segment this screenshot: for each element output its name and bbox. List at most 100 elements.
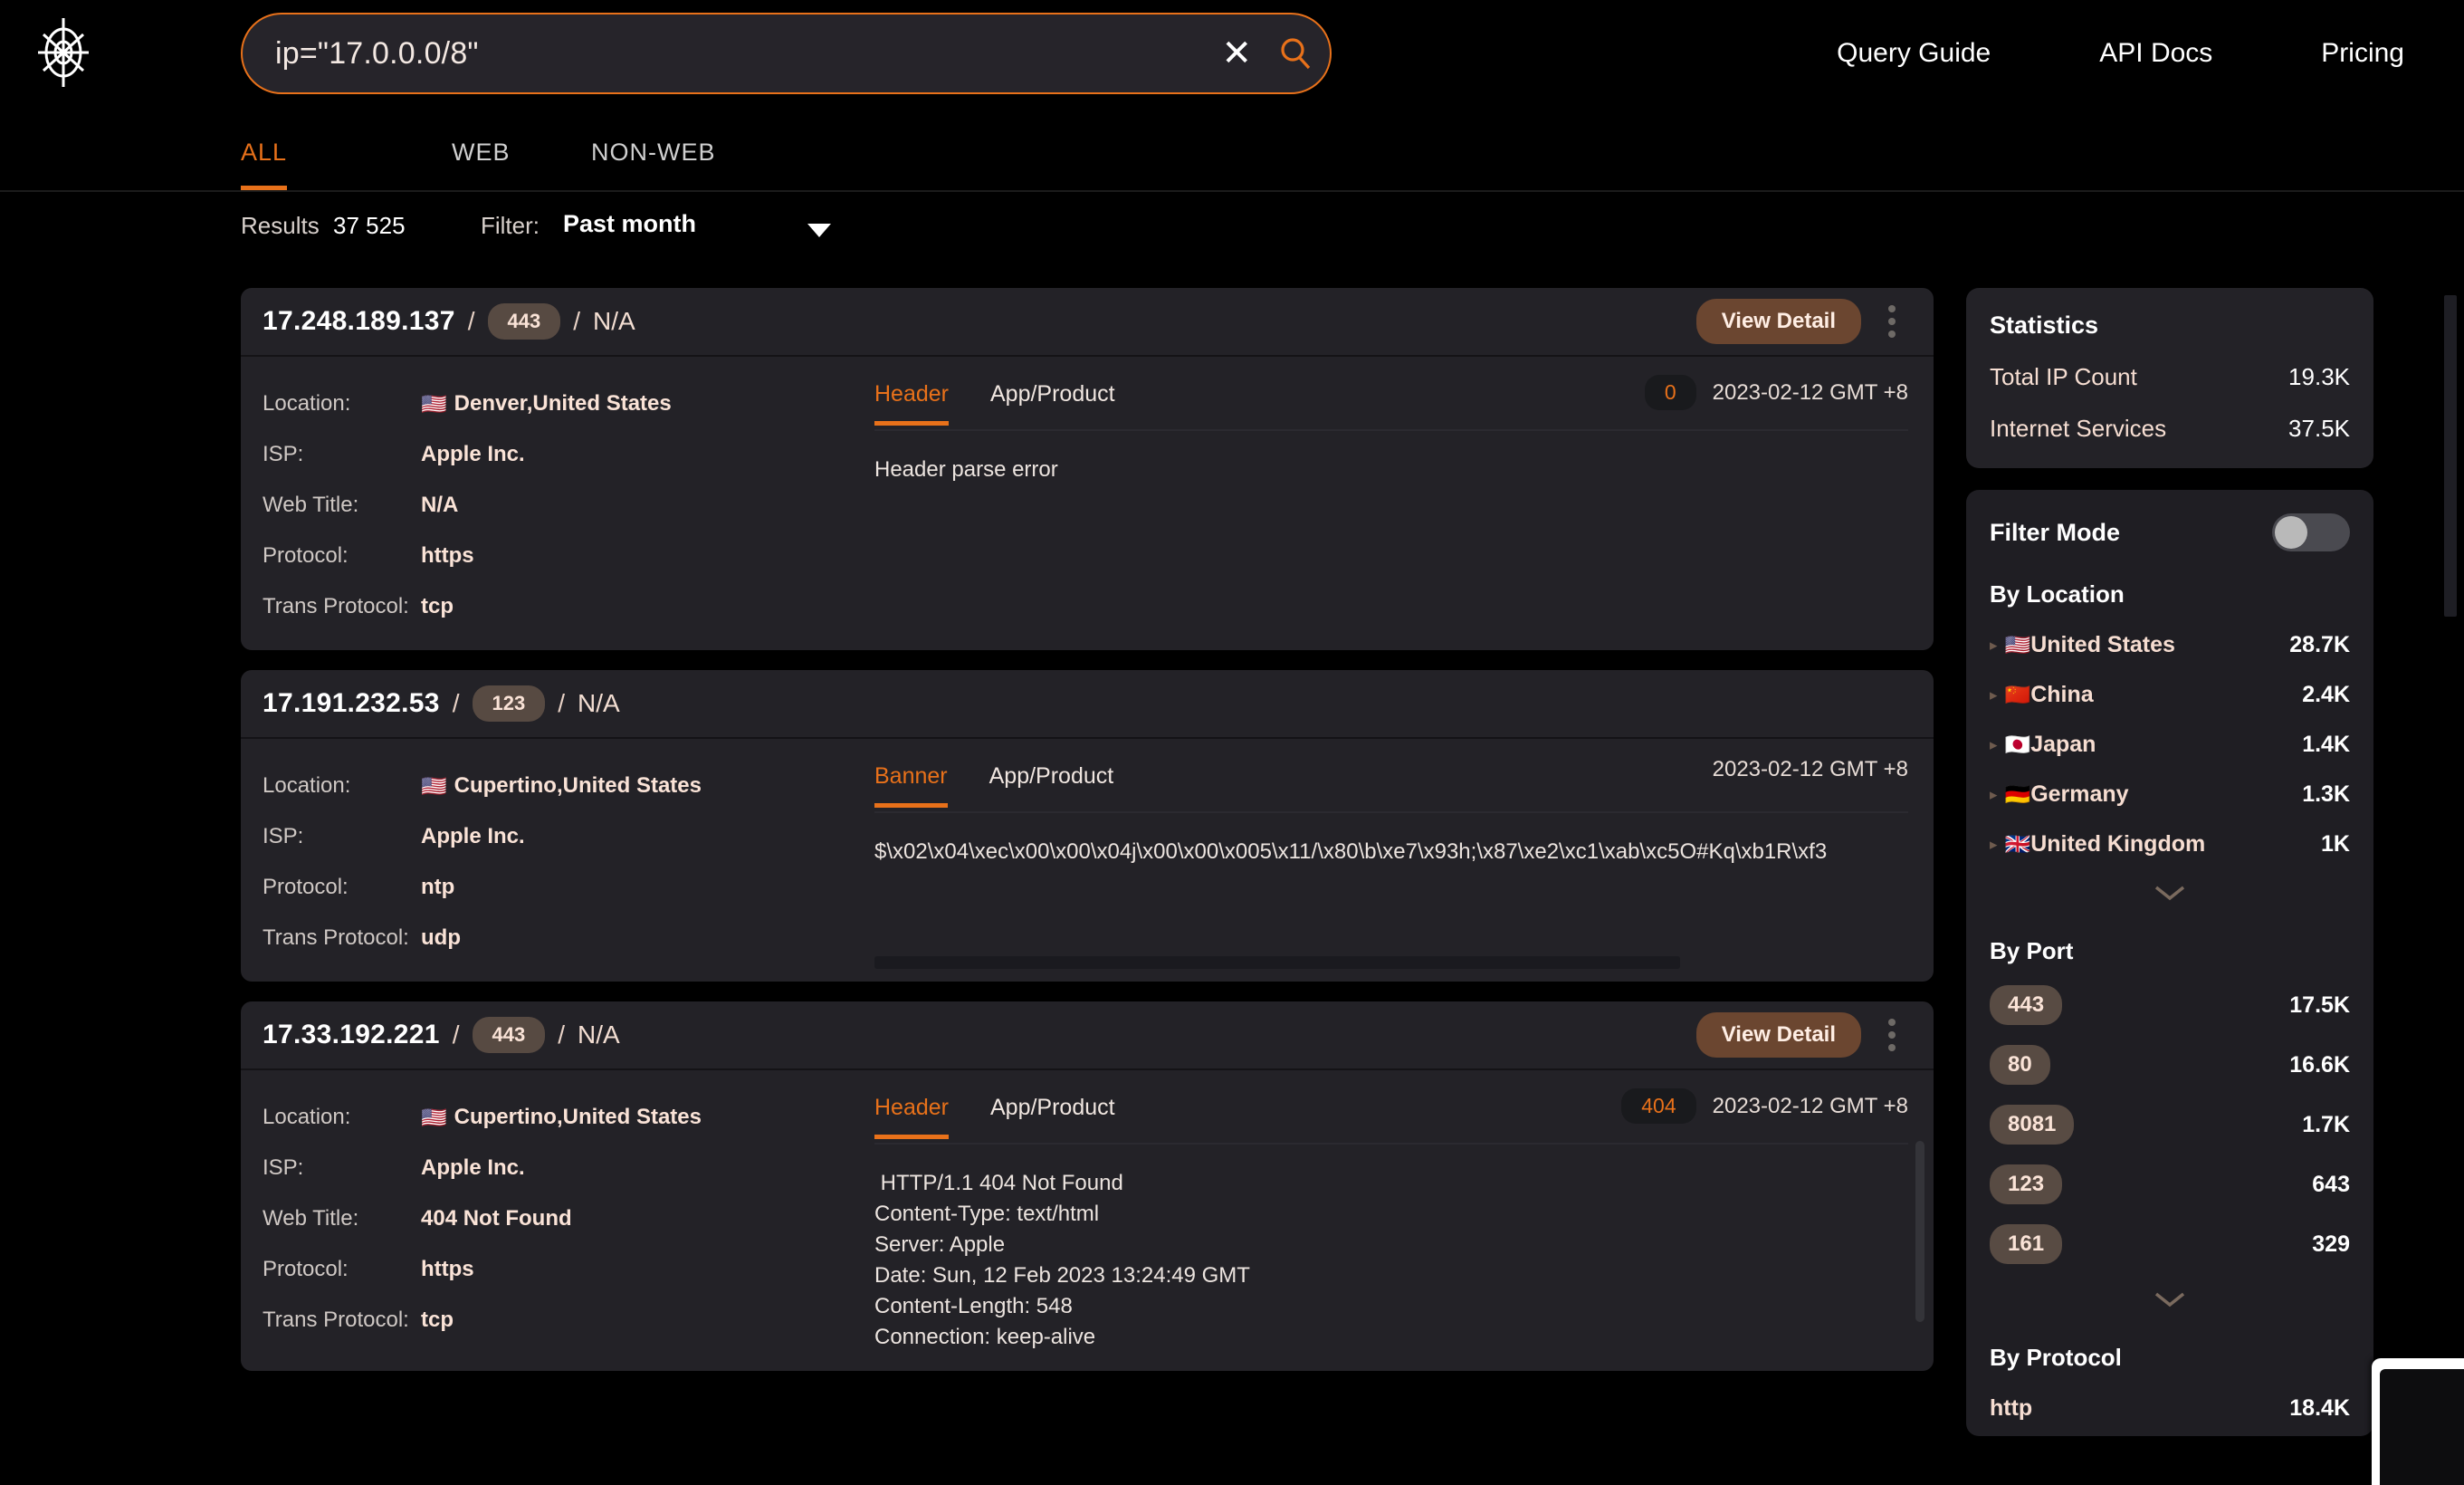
port-badge[interactable]: 8081: [1990, 1105, 2075, 1145]
ip-address[interactable]: 17.248.189.137: [263, 306, 455, 337]
result-card: 17.248.189.137 / 443 / N/A View Detail L…: [241, 288, 1934, 650]
port-count: 17.5K: [2289, 992, 2350, 1018]
payload-meta: 0 2023-02-12 GMT +8: [1644, 375, 1908, 410]
search-icon[interactable]: [1261, 14, 1330, 92]
field-value: tcp: [421, 594, 454, 618]
expand-triangle-right-icon[interactable]: ▸: [1990, 836, 1998, 854]
result-card: 17.191.232.53 / 123 / N/A Location: 🇺🇸 Cu…: [241, 670, 1934, 982]
port-badge[interactable]: 123: [1990, 1164, 2063, 1204]
nav-link-api-docs[interactable]: API Docs: [2099, 38, 2212, 69]
port-filter-row[interactable]: 161 329: [1990, 1224, 2350, 1264]
port-badge[interactable]: 80: [1990, 1045, 2050, 1085]
result-card-list: 17.248.189.137 / 443 / N/A View Detail L…: [241, 288, 1934, 1391]
filter-value[interactable]: Past month: [563, 210, 696, 238]
subtab-content[interactable]: Header: [874, 1095, 949, 1139]
nav-link-pricing[interactable]: Pricing: [2321, 38, 2404, 69]
crosshair-target-icon[interactable]: [25, 14, 101, 91]
location-filter-row[interactable]: ▸ 🇩🇪 Germany 1.3K: [1990, 781, 2350, 808]
location-filter-row[interactable]: ▸ 🇬🇧 United Kingdom 1K: [1990, 831, 2350, 857]
ip-address[interactable]: 17.191.232.53: [263, 688, 440, 719]
tab-non-web[interactable]: NON-WEB: [591, 139, 716, 190]
by-location-expand-chevron-down-icon[interactable]: [1990, 881, 2350, 908]
payload-text: $\x02\x04\xec\x00\x00\x04j\x00\x00\x005\…: [874, 839, 1828, 864]
filter-mode-toggle[interactable]: [2272, 513, 2350, 551]
payload-meta: 404 2023-02-12 GMT +8: [1621, 1088, 1908, 1124]
port-filter-row[interactable]: 8081 1.7K: [1990, 1105, 2350, 1145]
close-icon[interactable]: ✕: [1212, 35, 1261, 72]
filter-mode-row: Filter Mode: [1990, 513, 2350, 551]
stat-value: 19.3K: [2288, 363, 2350, 390]
picture-in-picture-preview[interactable]: [2372, 1358, 2464, 1485]
payload-text: Header parse error: [874, 457, 1058, 482]
tab-all[interactable]: ALL: [241, 139, 288, 190]
port-badge[interactable]: 443: [1990, 985, 2063, 1025]
more-vertical-icon[interactable]: [1874, 305, 1910, 338]
ip-address[interactable]: 17.33.192.221: [263, 1020, 440, 1050]
expand-triangle-right-icon[interactable]: ▸: [1990, 786, 1998, 804]
pip-content: [2380, 1369, 2464, 1485]
subtab-content[interactable]: Header: [874, 381, 949, 426]
payload-vertical-scrollbar[interactable]: [1915, 1141, 1924, 1322]
status-badge: 0: [1644, 375, 1696, 410]
by-port-expand-chevron-down-icon[interactable]: [1990, 1288, 2350, 1315]
results-bar: Results 37 525 Filter: Past month: [0, 192, 2464, 261]
location-name: United Kingdom: [2030, 831, 2206, 857]
search-input[interactable]: [243, 14, 1213, 92]
protocol-filter-row[interactable]: http 18.4K: [1990, 1395, 2350, 1422]
payload-horizontal-scrollbar[interactable]: [874, 956, 1680, 969]
separator: /: [558, 1020, 566, 1049]
port-badge[interactable]: 443: [472, 1017, 546, 1053]
field-protocol: Protocol: https: [263, 531, 874, 581]
field-isp: ISP: Apple Inc.: [263, 811, 874, 862]
result-card-header: 17.33.192.221 / 443 / N/A View Detail: [241, 1001, 1934, 1070]
location-name: Germany: [2030, 781, 2129, 807]
search-bar[interactable]: ✕: [241, 13, 1332, 94]
result-card: 17.33.192.221 / 443 / N/A View Detail Lo…: [241, 1001, 1934, 1372]
flag-icon: 🇺🇸: [2004, 633, 2031, 656]
port-badge[interactable]: 123: [472, 685, 546, 722]
results-label: Results: [241, 212, 320, 239]
statistics-title: Statistics: [1990, 311, 2099, 339]
app-root: ✕ Query Guide API Docs Pricing ALL WEB N…: [0, 0, 2464, 1485]
port-badge[interactable]: 443: [487, 303, 561, 340]
by-location-title: By Location: [1990, 580, 2125, 608]
location-filter-row[interactable]: ▸ 🇯🇵 Japan 1.4K: [1990, 732, 2350, 758]
filter-label: Filter:: [481, 212, 540, 239]
port-filter-row[interactable]: 80 16.6K: [1990, 1045, 2350, 1085]
port-filter-row[interactable]: 443 17.5K: [1990, 985, 2350, 1025]
subtab-app-product[interactable]: App/Product: [990, 381, 1115, 424]
field-trans-protocol: Trans Protocol: tcp: [263, 581, 874, 632]
expand-triangle-right-icon[interactable]: ▸: [1990, 637, 1998, 655]
field-location: Location: 🇺🇸 Cupertino,United States: [263, 761, 874, 811]
location-filter-row[interactable]: ▸ 🇺🇸 United States 28.7K: [1990, 632, 2350, 658]
result-card-fields: Location: 🇺🇸 Denver,United States ISP: Ap…: [241, 357, 874, 650]
payload-subtabs: Banner App/Product 2023-02-12 GMT +8: [874, 757, 1908, 813]
more-vertical-icon[interactable]: [1874, 1019, 1910, 1051]
site-title: N/A: [593, 307, 635, 335]
port-filter-row[interactable]: 123 643: [1990, 1164, 2350, 1204]
port-badge[interactable]: 161: [1990, 1224, 2063, 1264]
expand-triangle-right-icon[interactable]: ▸: [1990, 686, 1998, 704]
field-label: Location:: [263, 1105, 351, 1129]
subtab-app-product[interactable]: App/Product: [990, 1095, 1115, 1137]
field-protocol: Protocol: ntp: [263, 862, 874, 913]
field-trans-protocol: Trans Protocol: tcp: [263, 1295, 874, 1346]
location-filter-row[interactable]: ▸ 🇨🇳 China 2.4K: [1990, 682, 2350, 708]
flag-icon: 🇺🇸: [421, 773, 447, 798]
field-label: Location:: [263, 391, 351, 416]
stat-label: Total IP Count: [1990, 363, 2137, 390]
view-detail-button[interactable]: View Detail: [1695, 1012, 1861, 1058]
subtab-content[interactable]: Banner: [874, 763, 948, 808]
content-area: 17.248.189.137 / 443 / N/A View Detail L…: [0, 261, 2464, 1485]
payload-subtabs: Header App/Product 404 2023-02-12 GMT +8: [874, 1088, 1908, 1145]
tab-web[interactable]: WEB: [452, 139, 511, 190]
subtab-app-product[interactable]: App/Product: [989, 763, 1114, 806]
page-scrollbar-thumb[interactable]: [2444, 295, 2457, 617]
chevron-down-icon[interactable]: [806, 221, 833, 244]
payload-subtabs: Header App/Product 0 2023-02-12 GMT +8: [874, 375, 1908, 431]
view-detail-button[interactable]: View Detail: [1695, 299, 1861, 344]
port-count: 16.6K: [2289, 1051, 2350, 1078]
filters-panel: Filter Mode By Location ▸ 🇺🇸 United Stat…: [1966, 490, 2373, 1436]
expand-triangle-right-icon[interactable]: ▸: [1990, 736, 1998, 754]
nav-link-query-guide[interactable]: Query Guide: [1837, 38, 1991, 69]
